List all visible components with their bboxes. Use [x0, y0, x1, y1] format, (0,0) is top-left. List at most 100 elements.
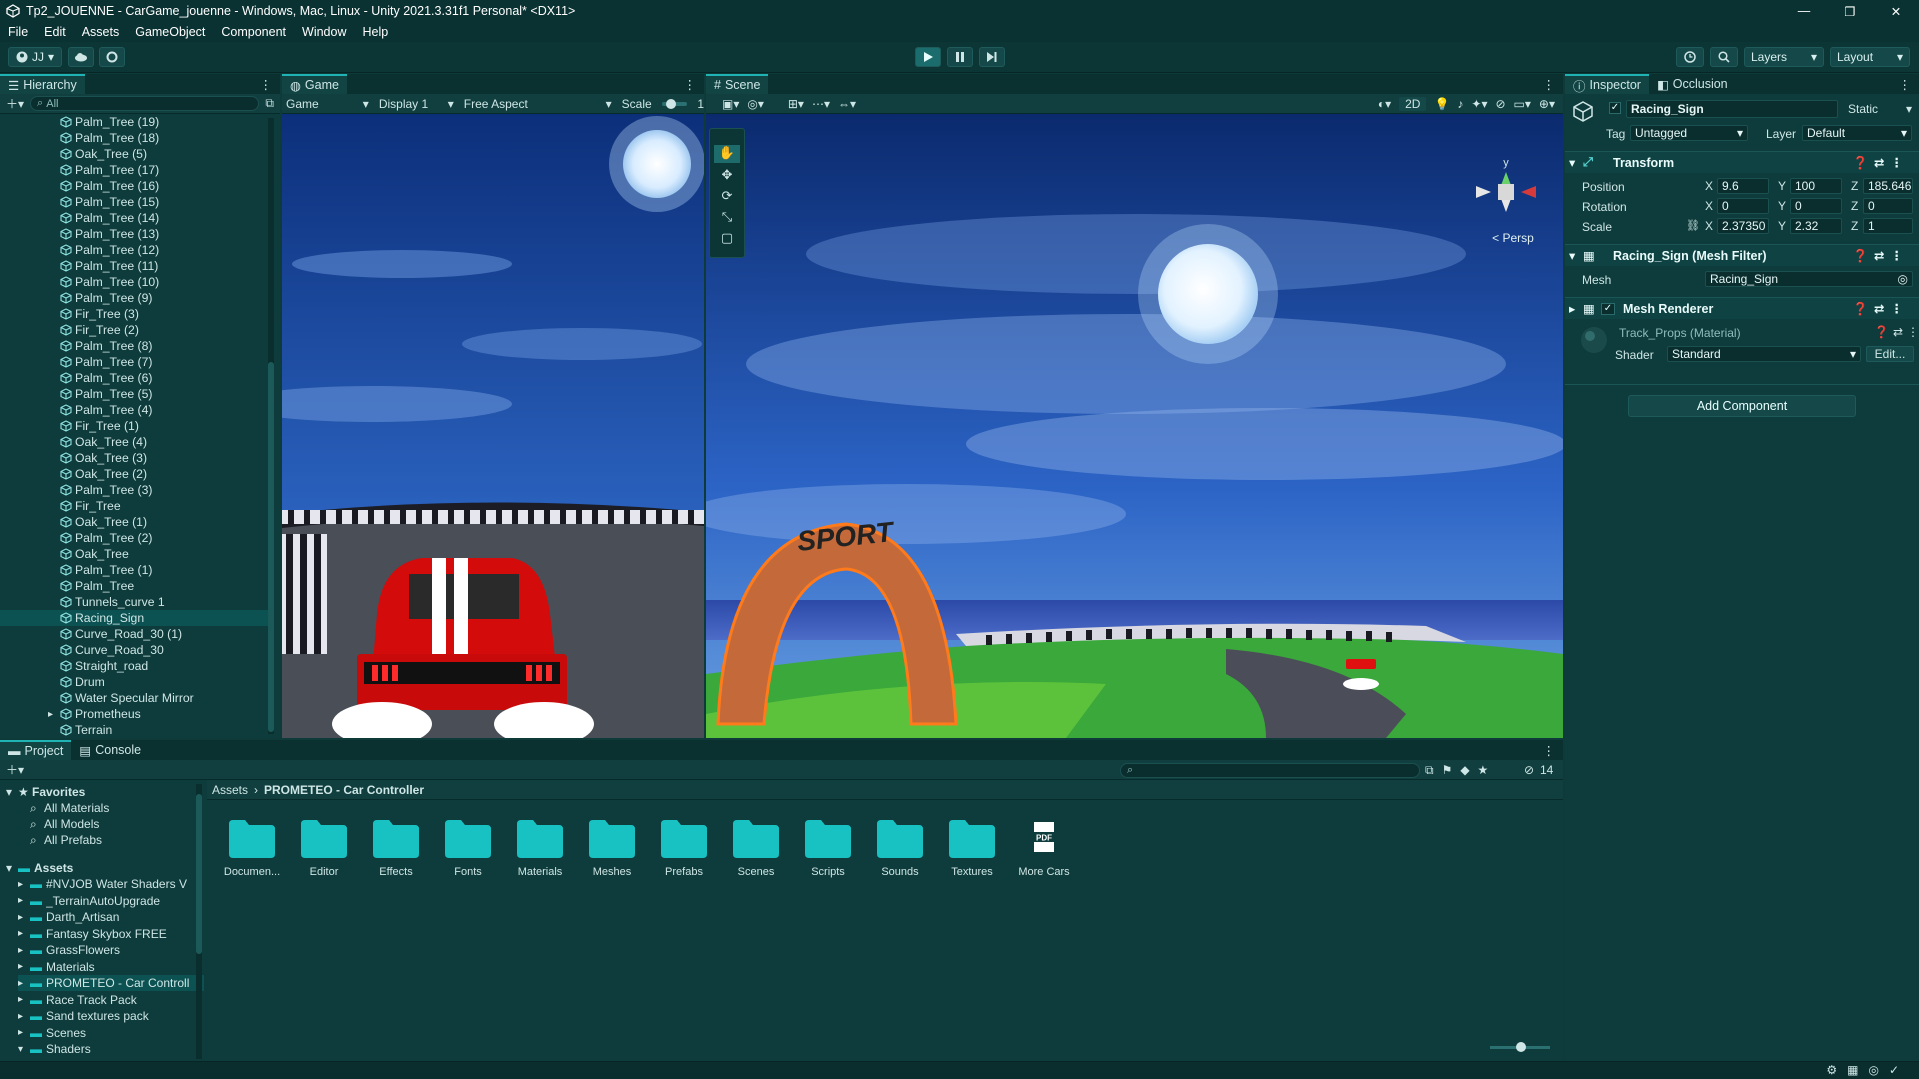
scale-slider[interactable] — [661, 98, 688, 109]
minimize-button[interactable]: — — [1781, 0, 1827, 22]
hierarchy-item[interactable]: Palm_Tree (15) — [0, 194, 272, 210]
object-picker-icon[interactable]: ◎ — [1898, 272, 1908, 286]
folder-tile[interactable]: Prefabs — [654, 820, 714, 878]
rotation-y-field[interactable]: 0 — [1790, 198, 1842, 214]
foldout-arrow-icon[interactable]: ▸ — [18, 1011, 30, 1022]
breadcrumb-current[interactable]: PROMETEO - Car Controller — [264, 783, 424, 797]
position-y-field[interactable]: 100 — [1790, 178, 1842, 194]
mesh-renderer-checkbox[interactable]: ✓ — [1601, 302, 1615, 315]
more-options-icon[interactable]: ⋮ — [684, 77, 697, 92]
assets-header[interactable]: ▾ ▬ Assets — [6, 860, 73, 876]
layer-dropdown[interactable]: Default ▾ — [1802, 125, 1912, 141]
foldout-arrow-icon[interactable]: ▸ — [48, 709, 60, 720]
folder-tile[interactable]: Fonts — [438, 820, 498, 878]
foldout-arrow-icon[interactable]: ▸ — [18, 895, 30, 906]
grid-snap-icon[interactable]: ⋯▾ — [812, 97, 830, 111]
foldout-arrow-icon[interactable]: ▸ — [18, 945, 30, 956]
foldout-arrow-icon[interactable]: ▾ — [1569, 155, 1583, 170]
asset-folder-item[interactable]: ▸ ▬ Fantasy Skybox FREE — [18, 926, 204, 942]
asset-folder-item[interactable]: ▸ ▬ Scenes — [18, 1025, 204, 1041]
hierarchy-item[interactable]: Fir_Tree (2) — [0, 322, 272, 338]
foldout-arrow-icon[interactable]: ▾ — [6, 861, 18, 875]
add-icon[interactable]: ＋▾ — [6, 761, 24, 778]
transform-section-header[interactable]: ▾ ⤢ Transform ❓⇄⋮ — [1565, 151, 1919, 173]
asset-folder-item[interactable]: ▸ ▬ Darth_Artisan — [18, 909, 204, 925]
active-checkbox[interactable]: ✓ — [1609, 102, 1621, 114]
shading-icon[interactable]: ◐▾ — [1378, 97, 1391, 111]
hierarchy-item[interactable]: Palm_Tree (16) — [0, 178, 272, 194]
tab-console[interactable]: ▤ Console — [71, 740, 149, 760]
mode-2d-button[interactable]: 2D — [1399, 96, 1427, 111]
asset-folder-item[interactable]: ▸ ▬ Materials — [18, 959, 204, 975]
visibility-icon[interactable]: ⊘ — [1495, 97, 1505, 111]
display-dropdown[interactable]: Display 1 ▾ — [379, 97, 454, 111]
asset-folder-item[interactable]: ▾ ▬ Shaders — [18, 1041, 204, 1057]
gizmos-icon[interactable]: ⊕▾ — [1539, 97, 1555, 111]
foldout-arrow-icon[interactable]: ▾ — [1569, 248, 1583, 263]
menu-help[interactable]: Help — [354, 25, 396, 39]
asset-folder-item[interactable]: ▸ ▬ _TerrainAutoUpgrade — [18, 893, 204, 909]
icon-size-slider[interactable] — [1490, 1042, 1550, 1052]
hierarchy-item[interactable]: Tunnels_curve 1 — [0, 594, 272, 610]
shader-dropdown[interactable]: Standard ▾ — [1667, 346, 1861, 362]
persp-label[interactable]: < Persp — [1492, 231, 1534, 245]
hierarchy-scroll-thumb[interactable] — [268, 362, 274, 732]
hierarchy-item[interactable]: Palm_Tree (17) — [0, 162, 272, 178]
cloud-button[interactable] — [68, 47, 94, 67]
foldout-arrow-icon[interactable]: ▸ — [18, 978, 30, 989]
foldout-arrow-icon[interactable]: ▸ — [18, 879, 30, 890]
menu-window[interactable]: Window — [294, 25, 354, 39]
hierarchy-item[interactable]: Oak_Tree (4) — [0, 434, 272, 450]
component-menu-icon[interactable]: ❓⇄⋮ — [1852, 301, 1909, 317]
play-button[interactable] — [915, 47, 941, 67]
more-options-icon[interactable]: ⋮ — [1543, 743, 1556, 758]
lighting-icon[interactable]: 💡 — [1434, 97, 1449, 111]
position-x-field[interactable]: 9.6 — [1717, 178, 1769, 194]
asset-folder-item[interactable]: ▸ ▬ GrassFlowers — [18, 942, 204, 958]
hierarchy-item[interactable]: Oak_Tree (1) — [0, 514, 272, 530]
folder-tile[interactable]: Sounds — [870, 820, 930, 878]
hierarchy-item[interactable]: Racing_Sign — [0, 610, 272, 626]
favorite-item[interactable]: ⌕ All Materials — [30, 800, 109, 816]
folder-tile[interactable]: Documen... — [222, 820, 282, 878]
foldout-arrow-icon[interactable]: ▸ — [18, 961, 30, 972]
hierarchy-item[interactable]: Palm_Tree (11) — [0, 258, 272, 274]
hierarchy-item[interactable]: Palm_Tree (12) — [0, 242, 272, 258]
hierarchy-item[interactable]: Palm_Tree — [0, 578, 272, 594]
history-button[interactable] — [1676, 47, 1704, 67]
hierarchy-item[interactable]: Palm_Tree (13) — [0, 226, 272, 242]
game-mode-dropdown[interactable]: Game ▾ — [286, 97, 369, 111]
object-name-field[interactable]: Racing_Sign — [1626, 100, 1838, 118]
mesh-filter-section-header[interactable]: ▾ ▦ Racing_Sign (Mesh Filter) ❓⇄⋮ — [1565, 244, 1919, 266]
hierarchy-item[interactable]: ▸ Prometheus — [0, 706, 272, 722]
rotation-x-field[interactable]: 0 — [1717, 198, 1769, 214]
tab-project[interactable]: ▬ Project — [0, 740, 72, 760]
move-tool-icon[interactable]: ✥ — [714, 167, 740, 185]
tab-scene[interactable]: # Scene — [706, 74, 769, 94]
favorite-item[interactable]: ⌕ All Models — [30, 816, 99, 832]
hierarchy-item[interactable]: Fir_Tree — [0, 498, 272, 514]
camera-icon[interactable]: ▭▾ — [1514, 97, 1531, 111]
draw-mode-icon[interactable]: ▣▾ — [722, 97, 739, 111]
effects-icon[interactable]: ✦▾ — [1471, 97, 1487, 111]
pause-button[interactable] — [947, 47, 973, 67]
lock-icon[interactable]: ⋮ — [260, 77, 273, 92]
menu-edit[interactable]: Edit — [36, 25, 74, 39]
breadcrumb-assets[interactable]: Assets — [212, 783, 248, 797]
status-icons[interactable]: ⚙▦◎✓ — [1826, 1063, 1909, 1077]
foldout-arrow-icon[interactable]: ▾ — [18, 1044, 30, 1055]
menu-gameobject[interactable]: GameObject — [127, 25, 213, 39]
component-menu-icon[interactable]: ❓⇄⋮ — [1852, 155, 1909, 171]
project-search-input[interactable]: ⌕ — [1120, 763, 1420, 778]
scene-viewport[interactable]: SPORT y < Persp — [706, 114, 1563, 738]
hierarchy-item[interactable]: Water Specular Mirror — [0, 690, 272, 706]
account-dropdown[interactable]: JJ ▾ — [8, 47, 62, 67]
game-viewport[interactable] — [282, 114, 704, 738]
project-tree-scrollbar[interactable] — [196, 784, 202, 1059]
asset-folder-item[interactable]: ▸ ▬ Race Track Pack — [18, 992, 204, 1008]
hierarchy-item[interactable]: Oak_Tree — [0, 546, 272, 562]
favorites-header[interactable]: ▾ ★ Favorites — [6, 784, 85, 800]
scale-y-field[interactable]: 2.32 — [1790, 218, 1842, 234]
globe-icon[interactable]: ◎▾ — [747, 97, 764, 111]
menu-file[interactable]: File — [0, 25, 36, 39]
